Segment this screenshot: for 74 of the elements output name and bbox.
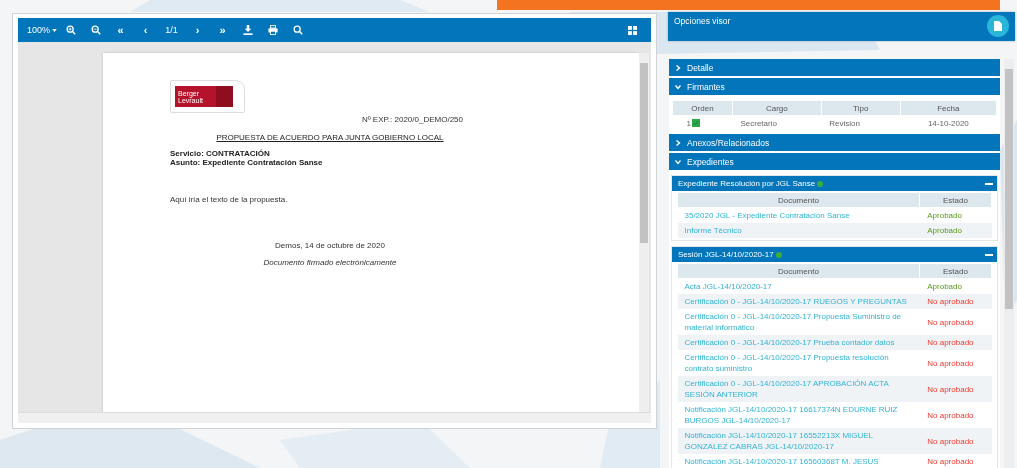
download-icon	[242, 25, 253, 35]
document-link[interactable]: Notificación JGL-14/10/2020-17 16560368T M. JESUS	[684, 456, 916, 467]
section-header[interactable]: Anexos/Relacionados	[669, 134, 1000, 151]
section-header[interactable]: Firmantes	[669, 78, 1000, 95]
chevron-icon	[675, 64, 681, 71]
document-link[interactable]: Certificación 0 - JGL-14/10/2020-17 Propuesta resolución contrato suministro	[684, 352, 916, 374]
page-nav-button[interactable]: «	[108, 21, 134, 39]
chevron-icon	[675, 83, 681, 90]
print-icon	[267, 25, 278, 35]
document-link[interactable]: Informe Técnico	[684, 225, 916, 236]
status-text: No aprobado	[927, 297, 974, 306]
zoom-dropdown[interactable]: 100%	[26, 21, 59, 39]
document-field: Asunto: Expediente Contratación Sanse	[170, 158, 490, 167]
document-link[interactable]: Notificación JGL-14/10/2020-17 16552213X MIGUEL GONZALEZ CABRAS JGL-14/10/2020-17	[684, 430, 916, 452]
column-header: Tipo	[821, 100, 901, 116]
page-indicator: 1/1	[164, 24, 179, 37]
status-text: No aprobado	[927, 338, 974, 347]
caret-icon	[52, 28, 58, 32]
table-cell: Revision	[829, 118, 860, 128]
vertical-scrollbar[interactable]	[1004, 59, 1014, 468]
chevron-icon	[675, 158, 681, 165]
document-link[interactable]: Certificación 0 - JGL-14/10/2020-17 RUEGOS Y PREGUNTAS	[684, 296, 916, 307]
document-link[interactable]: Certificación 0 - JGL-14/10/2020-17 Prueba contador datos	[684, 337, 916, 348]
status-text: No aprobado	[927, 410, 974, 420]
options-title: Opciones visor	[674, 16, 731, 28]
document-title: PROPUESTA DE ACUERDO PARA JUNTA GOBIERNO LOCAL	[215, 133, 445, 142]
status-text: No aprobado	[927, 457, 974, 466]
zoom-in-icon	[65, 25, 76, 35]
table-cell: 14-10-2020	[927, 118, 969, 128]
page-nav-button[interactable]: »	[210, 21, 236, 39]
status-text: No aprobado	[927, 358, 974, 368]
scroll-thumb[interactable]	[1005, 69, 1013, 309]
search-icon	[292, 25, 303, 35]
document-field: Servicio: CONTRATACIÓN	[170, 149, 490, 158]
page-nav-button[interactable]: ›	[185, 21, 211, 39]
zoom-out-icon	[90, 25, 101, 35]
table-cell: 1	[686, 118, 691, 128]
document-link[interactable]: Certificación 0 - JGL-14/10/2020-17 Propuesta Suministro de material informático	[684, 311, 916, 333]
vertical-scrollbar[interactable]	[639, 53, 649, 412]
document-link[interactable]: Certificación 0 - JGL-14/10/2020-17 APROBACIÓN ACTA SESIÓN ANTERIOR	[684, 378, 916, 400]
status-text: No aprobado	[927, 436, 974, 446]
horizontal-scrollbar[interactable]	[18, 412, 651, 423]
status-text: No aprobado	[927, 384, 974, 394]
column-header: Orden	[672, 100, 733, 116]
status-text: Aprobado	[927, 282, 962, 291]
status-text: No aprobado	[927, 317, 974, 327]
status-text: Aprobado	[927, 211, 962, 220]
document-link[interactable]: Acta JGL-14/10/2020-17	[684, 281, 916, 292]
group-title: Expediente Resolución por JGL Sanse	[678, 179, 816, 188]
document-link[interactable]: Notificación JGL-14/10/2020-17 16617374N EDURNE RUIZ BURGOS JGL-14/10/2020-17	[684, 404, 916, 426]
body-text: Aquí iría el texto de la propuesta.	[170, 195, 289, 204]
chevron-icon	[675, 139, 681, 146]
column-header: Documento	[677, 192, 920, 208]
grid-icon	[628, 25, 637, 35]
scroll-thumb[interactable]	[640, 63, 648, 243]
column-header: Fecha	[900, 100, 997, 116]
status-text: Aprobado	[927, 226, 962, 235]
column-header: Estado	[919, 192, 992, 208]
minus-icon	[985, 182, 993, 185]
document-icon	[994, 21, 1002, 31]
column-header: Cargo	[732, 100, 822, 116]
table-cell: Secretario	[740, 118, 777, 128]
file-number: Nº EXP.: 2020/0_DEMO/250	[360, 115, 464, 124]
signature-note: Documento firmado electrónicamente	[262, 258, 398, 267]
column-header: Estado	[919, 263, 992, 279]
document-date: Demos, 14 de octubre de 2020	[274, 241, 386, 250]
section-header[interactable]: Detalle	[669, 59, 1000, 76]
minus-icon	[985, 253, 993, 256]
document-link[interactable]: 35/2020 JGL - Expediente Contratación Sanse	[684, 210, 916, 221]
document-button[interactable]	[987, 15, 1009, 37]
page-nav-button[interactable]: ‹	[133, 21, 159, 39]
column-header: Documento	[677, 263, 920, 279]
group-title: Sesión JGL-14/10/2020-17	[678, 250, 774, 259]
section-header[interactable]: Expedientes	[669, 153, 1000, 170]
